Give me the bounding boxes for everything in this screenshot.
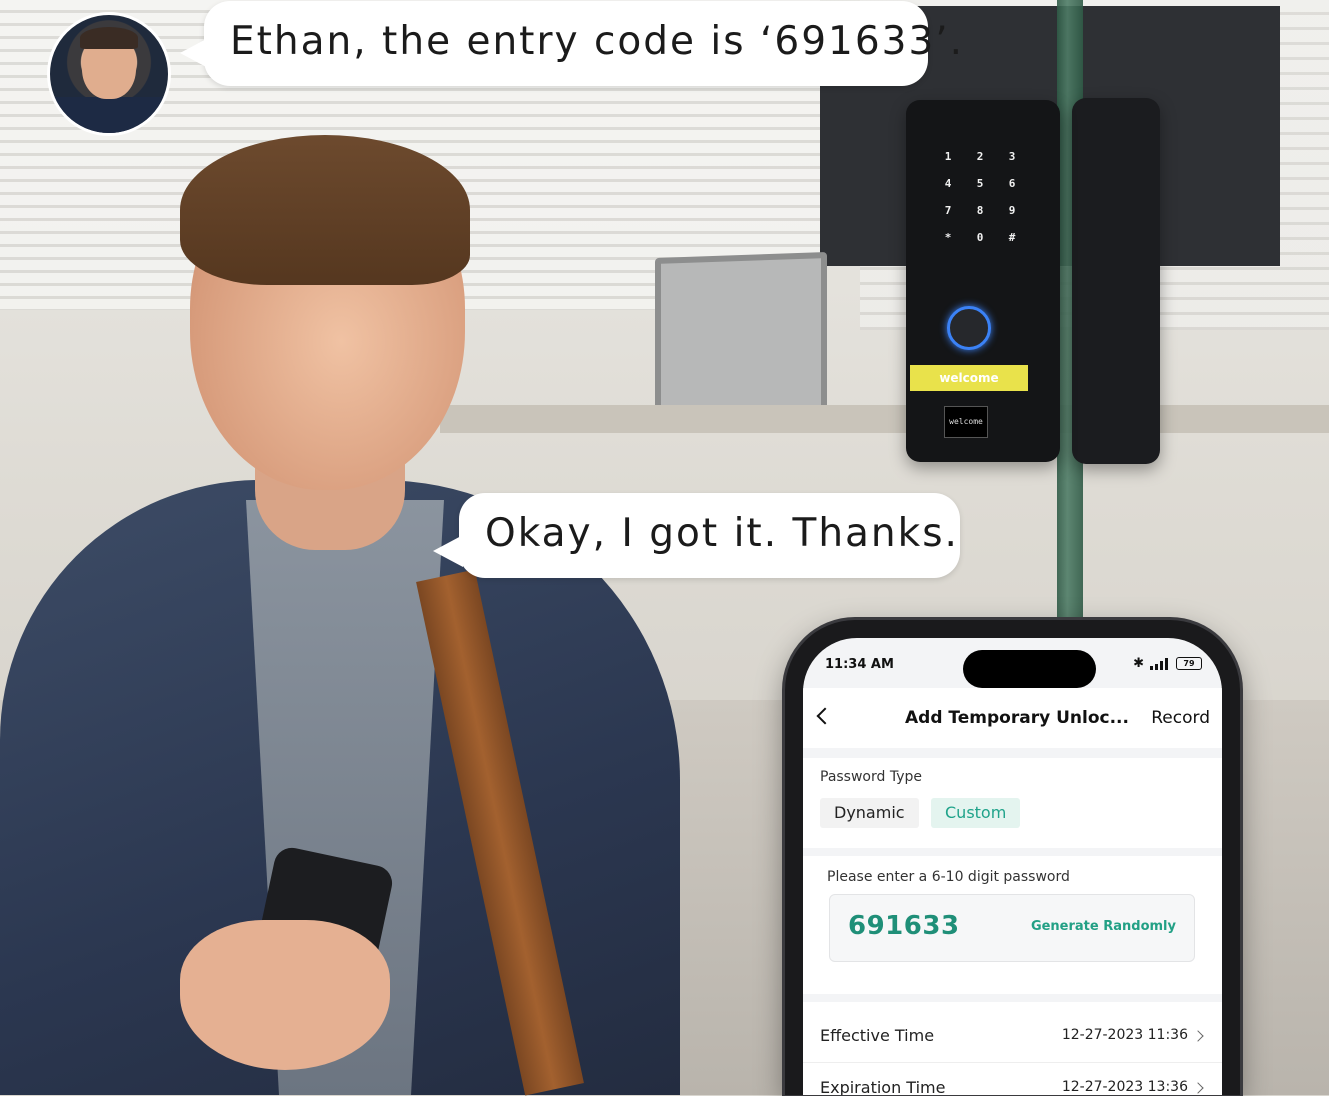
effective-time-value: 12-27-2023 11:36 bbox=[1061, 1027, 1188, 1043]
time-card: Effective Time 12-27-2023 11:36 Expirati… bbox=[803, 1002, 1222, 1095]
lock-welcome-band: welcome bbox=[910, 365, 1028, 391]
hand bbox=[180, 920, 390, 1070]
password-prompt: Please enter a 6-10 digit password bbox=[827, 869, 1070, 885]
password-type-card: Password Type Dynamic Custom bbox=[803, 758, 1222, 848]
hair bbox=[180, 135, 470, 285]
expiration-time-label: Expiration Time bbox=[820, 1078, 946, 1095]
key-star[interactable]: * bbox=[932, 231, 964, 244]
chat-bubble-1: Ethan, the entry code is ‘691633’. bbox=[180, 1, 962, 86]
key-1[interactable]: 1 bbox=[932, 150, 964, 163]
lock-keypad: 1 2 3 4 5 6 7 8 9 * 0 # bbox=[932, 150, 1028, 244]
avatar bbox=[47, 12, 171, 136]
avatar-hair bbox=[80, 27, 138, 49]
chat-reply: Okay, I got it. Thanks. bbox=[485, 511, 959, 556]
key-hash[interactable]: # bbox=[996, 231, 1028, 244]
chat-bubble-2: Okay, I got it. Thanks. bbox=[433, 493, 960, 578]
password-type-label: Password Type bbox=[820, 769, 922, 785]
phone-mockup: 11:34 AM ✱ 79 Add Temporary Unloc... Rec… bbox=[785, 620, 1240, 1095]
key-9[interactable]: 9 bbox=[996, 204, 1028, 217]
generate-randomly-button[interactable]: Generate Randomly bbox=[1031, 919, 1176, 934]
expiration-time-row[interactable]: Expiration Time 12-27-2023 13:36 bbox=[803, 1062, 1222, 1095]
lock-display: welcome bbox=[944, 406, 988, 438]
key-4[interactable]: 4 bbox=[932, 177, 964, 190]
avatar-suit bbox=[50, 97, 168, 133]
chevron-right-icon bbox=[1192, 1082, 1204, 1094]
chat-message: Ethan, the entry code is ‘691633’. bbox=[230, 19, 965, 64]
fingerprint-icon[interactable] bbox=[947, 306, 991, 350]
password-input[interactable]: 691633 Generate Randomly bbox=[829, 894, 1195, 962]
bubble-tail bbox=[433, 535, 463, 567]
key-7[interactable]: 7 bbox=[932, 204, 964, 217]
lock-handle bbox=[1072, 98, 1160, 464]
type-dynamic-button[interactable]: Dynamic bbox=[820, 798, 919, 828]
nav-bar: Add Temporary Unloc... Record bbox=[803, 688, 1222, 748]
chevron-right-icon bbox=[1192, 1030, 1204, 1042]
key-8[interactable]: 8 bbox=[964, 204, 996, 217]
key-6[interactable]: 6 bbox=[996, 177, 1028, 190]
man-with-phone bbox=[0, 120, 720, 1096]
key-5[interactable]: 5 bbox=[964, 177, 996, 190]
status-icons: ✱ 79 bbox=[1133, 656, 1202, 671]
page-title: Add Temporary Unloc... bbox=[905, 708, 1129, 728]
battery-icon: 79 bbox=[1176, 657, 1202, 670]
smart-lock: 1 2 3 4 5 6 7 8 9 * 0 # welcome welcome bbox=[906, 100, 1060, 462]
effective-time-label: Effective Time bbox=[820, 1026, 935, 1045]
record-button[interactable]: Record bbox=[1151, 708, 1210, 728]
expiration-time-value: 12-27-2023 13:36 bbox=[1061, 1079, 1188, 1095]
effective-time-row[interactable]: Effective Time 12-27-2023 11:36 bbox=[803, 1010, 1222, 1063]
dynamic-island bbox=[963, 650, 1096, 688]
key-2[interactable]: 2 bbox=[964, 150, 996, 163]
key-0[interactable]: 0 bbox=[964, 231, 996, 244]
bubble-tail bbox=[180, 37, 210, 69]
signal-icon bbox=[1150, 657, 1170, 670]
key-3[interactable]: 3 bbox=[996, 150, 1028, 163]
password-value: 691633 bbox=[848, 911, 960, 941]
type-custom-button[interactable]: Custom bbox=[931, 798, 1021, 828]
phone-screen: 11:34 AM ✱ 79 Add Temporary Unloc... Rec… bbox=[803, 638, 1222, 1095]
bluetooth-icon: ✱ bbox=[1133, 656, 1144, 671]
back-icon[interactable] bbox=[816, 707, 834, 725]
status-time: 11:34 AM bbox=[825, 657, 894, 672]
password-card: Please enter a 6-10 digit password 69163… bbox=[803, 856, 1222, 994]
